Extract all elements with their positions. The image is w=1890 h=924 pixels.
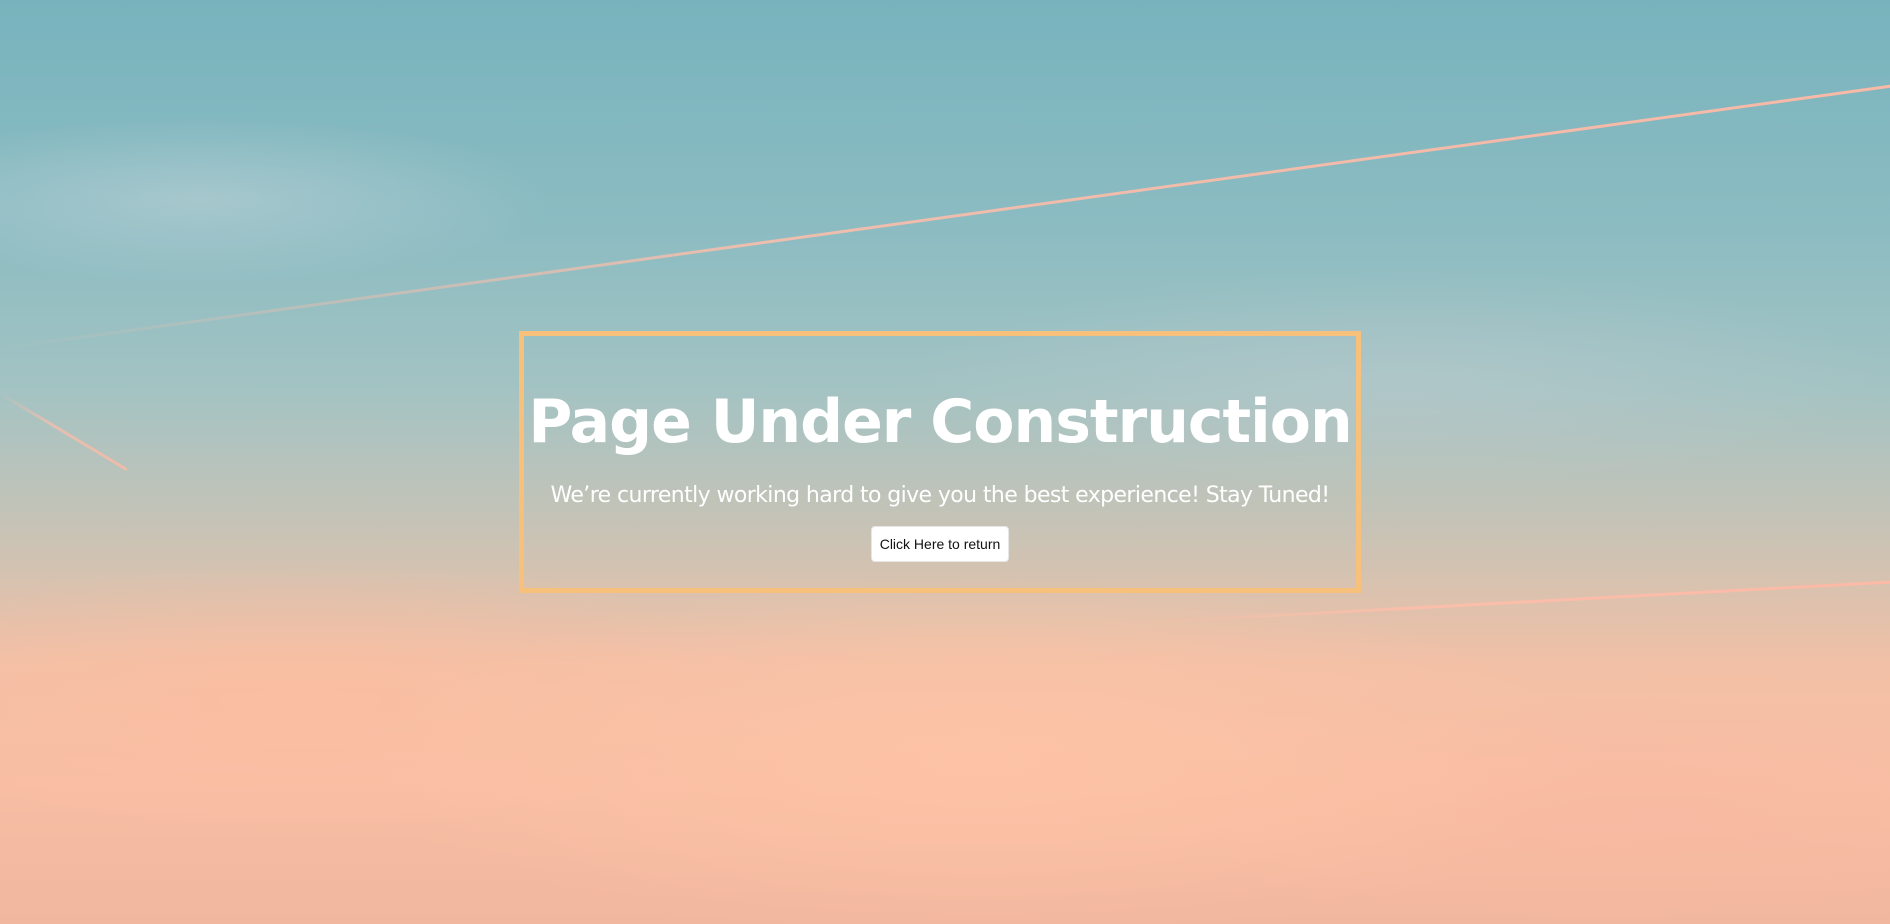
return-button[interactable]: Click Here to return <box>871 526 1009 562</box>
contrail-left <box>0 392 128 472</box>
page-title: Page Under Construction <box>528 387 1352 457</box>
contrail-upper <box>0 82 1890 350</box>
page-subtitle: We’re currently working hard to give you… <box>550 483 1331 508</box>
under-construction-frame: Page Under Construction We’re currently … <box>519 331 1361 593</box>
